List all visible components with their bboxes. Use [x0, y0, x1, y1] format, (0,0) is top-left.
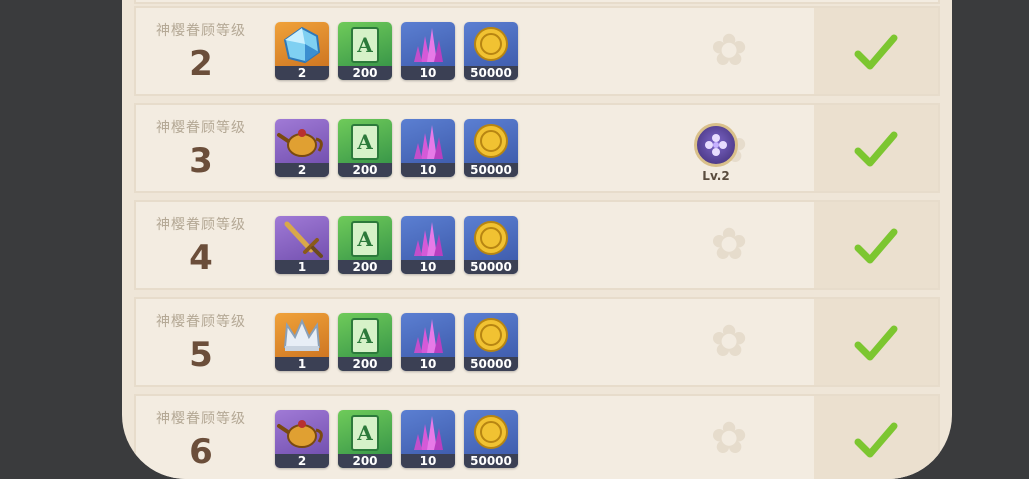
- item-count: 10: [401, 454, 455, 468]
- svg-text:A: A: [356, 130, 373, 154]
- level-label: 神樱眷顾等级: [156, 314, 246, 330]
- unlock-level: Lv.2: [702, 169, 730, 183]
- level-label: 神樱眷顾等级: [156, 120, 246, 136]
- sakura-watermark-icon: ✿: [710, 219, 748, 270]
- item-count: 50000: [464, 357, 518, 371]
- reward-item[interactable]: A 200: [338, 313, 392, 371]
- level-row: ✿ 神樱眷顾等级 5 1 A 200 10 50000: [134, 297, 940, 387]
- reward-item[interactable]: A 200: [338, 22, 392, 80]
- item-count: 200: [338, 454, 392, 468]
- reward-item[interactable]: 50000: [464, 119, 518, 177]
- level-label: 神樱眷顾等级: [156, 411, 246, 427]
- sakura-watermark-icon: ✿: [710, 316, 748, 367]
- item-count: 50000: [464, 260, 518, 274]
- skill-book-icon: A: [351, 221, 379, 257]
- checkmark-icon: [854, 325, 898, 361]
- level-number: 6: [189, 432, 213, 472]
- checkmark-icon: [854, 34, 898, 70]
- reward-item[interactable]: 2: [275, 22, 329, 80]
- level-row: ✿ 神樱眷顾等级 6 2 A 200 10 50000: [134, 394, 940, 479]
- reward-panel: ✿ 神樱眷顾等级 2 2 A 200 10 50000 神樱眷顾等级 3 2 A…: [122, 0, 952, 479]
- level-label: 神樱眷顾等级: [156, 217, 246, 233]
- checkmark-icon: [854, 422, 898, 458]
- reward-item[interactable]: A 200: [338, 119, 392, 177]
- item-count: 2: [275, 66, 329, 80]
- mora-coin-icon: [474, 124, 508, 158]
- svg-text:A: A: [356, 421, 373, 445]
- item-count: 50000: [464, 163, 518, 177]
- purple-crystal-icon: [414, 28, 443, 62]
- item-count: 2: [275, 163, 329, 177]
- reward-item[interactable]: 10: [401, 119, 455, 177]
- level-number: 2: [189, 44, 213, 84]
- item-count: 10: [401, 66, 455, 80]
- item-count: 2: [275, 454, 329, 468]
- skill-book-icon: A: [351, 318, 379, 354]
- item-count: 200: [338, 163, 392, 177]
- skill-book-icon: A: [351, 27, 379, 63]
- purple-crystal-icon: [414, 125, 443, 159]
- item-count: 1: [275, 260, 329, 274]
- purple-crystal-icon: [414, 319, 443, 353]
- svg-text:A: A: [356, 33, 373, 57]
- item-count: 1: [275, 357, 329, 371]
- level-label: 神樱眷顾等级: [156, 23, 246, 39]
- reward-item[interactable]: A 200: [338, 410, 392, 468]
- reward-item[interactable]: 50000: [464, 313, 518, 371]
- level-number: 3: [189, 141, 213, 181]
- teapot-icon: [277, 129, 323, 157]
- mora-coin-icon: [474, 415, 508, 449]
- reward-item[interactable]: 2: [275, 119, 329, 177]
- mora-coin-icon: [474, 221, 508, 255]
- unlock-badge[interactable]: Lv.2: [686, 123, 746, 189]
- electro-flower-icon: [694, 123, 738, 167]
- previous-row-sliver: [134, 0, 940, 4]
- reward-item[interactable]: 2: [275, 410, 329, 468]
- reward-item[interactable]: 50000: [464, 410, 518, 468]
- level-row: ✿ 神樱眷顾等级 3 2 A 200: [134, 103, 940, 193]
- purple-crystal-icon: [414, 222, 443, 256]
- item-count: 10: [401, 163, 455, 177]
- svg-text:A: A: [356, 227, 373, 251]
- crystal-chunk-icon: [283, 26, 321, 64]
- mora-coin-icon: [474, 318, 508, 352]
- level-row: ✿ 神樱眷顾等级 2 2 A 200 10 50000: [134, 6, 940, 96]
- sakura-watermark-icon: ✿: [710, 413, 748, 464]
- sakura-watermark-icon: ✿: [710, 25, 748, 76]
- svg-text:A: A: [356, 324, 373, 348]
- level-number: 4: [189, 238, 213, 278]
- skill-book-icon: A: [351, 415, 379, 451]
- item-count: 50000: [464, 66, 518, 80]
- level-row: ✿ 神樱眷顾等级 4 1 A 200 10 50000: [134, 200, 940, 290]
- item-count: 200: [338, 66, 392, 80]
- reward-item[interactable]: 10: [401, 22, 455, 80]
- reward-item[interactable]: 10: [401, 216, 455, 274]
- sword-icon: [284, 221, 323, 258]
- checkmark-icon: [854, 131, 898, 167]
- reward-item[interactable]: 10: [401, 313, 455, 371]
- reward-item[interactable]: 50000: [464, 22, 518, 80]
- reward-item[interactable]: 1: [275, 216, 329, 274]
- item-count: 200: [338, 357, 392, 371]
- item-count: 10: [401, 357, 455, 371]
- level-number: 5: [189, 335, 213, 375]
- skill-book-icon: A: [351, 124, 379, 160]
- mora-coin-icon: [474, 27, 508, 61]
- reward-item[interactable]: 1: [275, 313, 329, 371]
- item-count: 200: [338, 260, 392, 274]
- item-count: 10: [401, 260, 455, 274]
- crown-icon: [283, 318, 321, 351]
- reward-item[interactable]: 50000: [464, 216, 518, 274]
- item-count: 50000: [464, 454, 518, 468]
- checkmark-icon: [854, 228, 898, 264]
- reward-item[interactable]: A 200: [338, 216, 392, 274]
- purple-crystal-icon: [414, 416, 443, 450]
- reward-item[interactable]: 10: [401, 410, 455, 468]
- teapot-icon: [277, 420, 323, 448]
